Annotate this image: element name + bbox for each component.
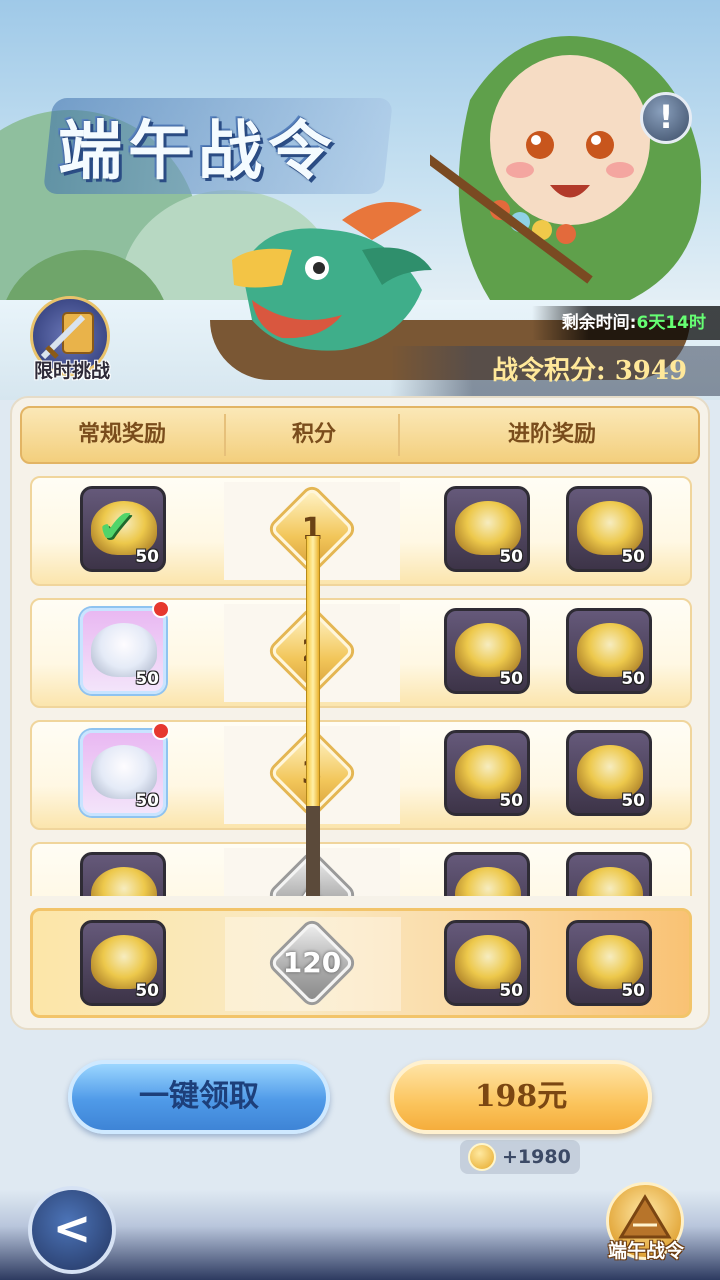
remaining-time-label: 剩余时间: (561, 313, 637, 333)
progress-fill (306, 536, 320, 806)
advanced-reward-item[interactable]: 50 (444, 920, 530, 1006)
level-number: 120 (282, 946, 342, 979)
advanced-reward-item[interactable]: 50 (444, 730, 530, 816)
banner: 端午战令 ! 限时挑战 剩余时间:6天14时 战令积分: 3949 (0, 0, 720, 400)
header-points: 积分 (291, 422, 336, 447)
header-advanced-rewards: 进阶奖励 (507, 422, 596, 447)
regular-reward-item[interactable]: ✔ 50 (80, 486, 166, 572)
remaining-time: 剩余时间:6天14时 (531, 306, 720, 340)
points-separator: : (596, 356, 606, 386)
item-quantity: 50 (499, 547, 523, 567)
item-quantity: 50 (621, 981, 645, 1001)
advanced-reward-item[interactable]: 50 (444, 852, 530, 896)
reward-table-header: 常规奖励 积分 进阶奖励 (20, 406, 700, 464)
advanced-reward-item[interactable]: 50 (444, 486, 530, 572)
back-button[interactable]: < (28, 1186, 116, 1274)
notification-dot (152, 722, 170, 740)
notification-dot (152, 600, 170, 618)
check-icon: ✔ (97, 499, 136, 553)
dragon-boat-pass-label: 端午战令 (607, 1240, 684, 1262)
advanced-reward-item[interactable]: 50 (444, 608, 530, 694)
advanced-reward-item[interactable]: 50 (566, 852, 652, 896)
points-value: 3949 (614, 356, 688, 386)
points-label: 战令积分 (492, 356, 597, 386)
advanced-reward-item[interactable]: 50 (566, 730, 652, 816)
info-button[interactable]: ! (640, 92, 692, 144)
regular-reward-item[interactable]: 50 (80, 608, 166, 694)
battle-pass-points: 战令积分: 3949 (390, 346, 720, 396)
item-quantity: 50 (499, 981, 523, 1001)
purchase-bonus: +1980 (460, 1140, 580, 1174)
level-progress-track (302, 476, 324, 896)
item-quantity: 50 (135, 791, 159, 811)
item-quantity: 50 (499, 791, 523, 811)
advanced-reward-item[interactable]: 50 (566, 920, 652, 1006)
regular-reward-item[interactable]: 50 (80, 730, 166, 816)
item-quantity: 50 (135, 547, 159, 567)
header-regular-rewards: 常规奖励 (77, 422, 166, 447)
item-quantity: 50 (135, 669, 159, 689)
progress-empty (306, 806, 320, 896)
remaining-time-value: 6天14时 (636, 313, 707, 333)
reward-panel: 常规奖励 积分 进阶奖励 ✔50505015050502505050350505… (10, 396, 710, 1030)
item-quantity: 50 (499, 669, 523, 689)
exclamation-icon: ! (658, 98, 674, 136)
item-quantity: 50 (621, 547, 645, 567)
reward-list[interactable]: ✔5050501505050250505035050504 (12, 476, 712, 896)
advanced-reward-item[interactable]: 50 (566, 486, 652, 572)
bonus-amount: +1980 (502, 1146, 571, 1168)
claim-all-button[interactable]: 一键领取 (68, 1060, 330, 1134)
locked-potion-icon (91, 867, 157, 896)
dragon-boat-pass-entry[interactable]: 端午战令 (598, 1182, 694, 1278)
dragon-head-illustration (232, 202, 432, 351)
locked-potion-icon (577, 867, 643, 896)
zongzi-mascot-illustration (430, 36, 702, 300)
item-quantity: 50 (621, 791, 645, 811)
limited-challenge-button[interactable]: 限时挑战 (22, 296, 122, 392)
buy-advanced-pass-button[interactable]: 198元 (390, 1060, 652, 1134)
advanced-reward-item[interactable]: 50 (566, 608, 652, 694)
limited-challenge-label: 限时挑战 (33, 360, 110, 382)
locked-potion-icon (455, 867, 521, 896)
header-divider (398, 414, 400, 456)
item-quantity: 50 (135, 981, 159, 1001)
regular-reward-item[interactable]: 50 (80, 920, 166, 1006)
coin-icon (468, 1143, 496, 1171)
item-quantity: 50 (621, 669, 645, 689)
chevron-left-icon: < (52, 1201, 92, 1255)
regular-reward-item[interactable]: 50 (80, 852, 166, 896)
page-title: 端午战令 (58, 114, 338, 189)
